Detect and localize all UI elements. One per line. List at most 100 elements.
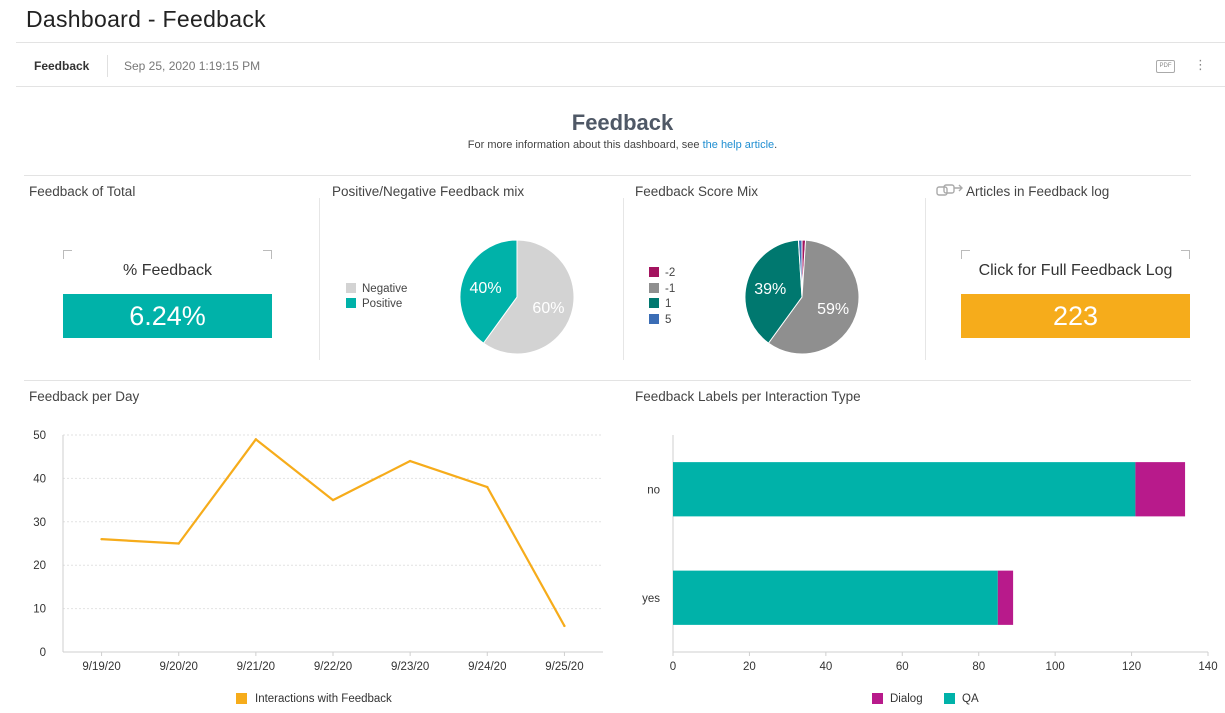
pie-data-label: 60% bbox=[532, 300, 564, 317]
line-point bbox=[486, 485, 489, 489]
legend-label: Negative bbox=[362, 283, 408, 295]
legend-item-positive: Positive bbox=[346, 297, 402, 311]
legend-label: Dialog bbox=[890, 693, 923, 705]
kpi-corner bbox=[1181, 250, 1190, 259]
y-tick-label: 20 bbox=[33, 560, 46, 572]
kpi-corner bbox=[961, 250, 970, 259]
x-tick-label: 9/19/20 bbox=[82, 661, 120, 673]
y-tick-label: 40 bbox=[33, 473, 46, 485]
x-tick-label: 40 bbox=[819, 661, 832, 673]
x-tick-label: 100 bbox=[1046, 661, 1065, 673]
x-tick-label: 0 bbox=[670, 661, 676, 673]
x-tick-label: 9/24/20 bbox=[468, 661, 506, 673]
legend-label: QA bbox=[962, 693, 979, 705]
legend-label: Positive bbox=[362, 298, 403, 310]
subtitle-suffix: . bbox=[774, 139, 778, 151]
legend-label: 5 bbox=[665, 314, 672, 326]
more-menu-icon[interactable]: ⋮ bbox=[1194, 57, 1207, 73]
legend-label: Interactions with Feedback bbox=[255, 693, 392, 705]
legend-swatch bbox=[944, 693, 955, 704]
page-title: Dashboard - Feedback bbox=[26, 6, 266, 32]
tab-feedback[interactable]: Feedback bbox=[34, 59, 89, 73]
x-tick-label: 9/20/20 bbox=[160, 661, 198, 673]
line-series bbox=[101, 438, 566, 627]
legend-item-plus1: 1 bbox=[649, 297, 671, 311]
line-point bbox=[408, 459, 412, 463]
dashboard-heading: Feedback bbox=[571, 110, 674, 135]
line-point bbox=[177, 542, 180, 545]
y-tick-label: no bbox=[647, 484, 660, 496]
section-title-feedback-of-total: Feedback of Total bbox=[29, 184, 136, 199]
y-tick-label: 30 bbox=[33, 517, 46, 529]
section-title-posneg-mix: Positive/Negative Feedback mix bbox=[332, 184, 525, 199]
x-tick-label: 120 bbox=[1122, 661, 1141, 673]
link-icon[interactable] bbox=[936, 182, 964, 203]
legend-swatch bbox=[346, 298, 356, 308]
row1-divider bbox=[24, 175, 1191, 176]
subtitle-prefix: For more information about this dashboar… bbox=[467, 139, 703, 151]
x-tick-label: 9/22/20 bbox=[314, 661, 352, 673]
x-tick-label: 140 bbox=[1198, 661, 1217, 673]
kpi-feedback-percent: % Feedback 6.24% bbox=[63, 250, 272, 338]
bar-dialog-no bbox=[1135, 462, 1186, 517]
score-mix-pie-chart: 59% 39% bbox=[744, 239, 860, 355]
x-tick-label: 9/25/20 bbox=[545, 661, 583, 673]
legend-swatch bbox=[236, 693, 247, 704]
header-divider bbox=[16, 42, 1225, 43]
bar-qa-yes bbox=[673, 570, 998, 625]
legend-label: -1 bbox=[665, 283, 676, 295]
x-tick-label: 9/21/20 bbox=[237, 661, 275, 673]
column-separator bbox=[925, 198, 926, 360]
timestamp: Sep 25, 2020 1:19:15 PM bbox=[124, 59, 261, 73]
column-separator bbox=[319, 198, 320, 360]
kpi-corner bbox=[63, 250, 72, 259]
y-tick-label: 0 bbox=[40, 647, 46, 659]
full-feedback-log-label: Click for Full Feedback Log bbox=[978, 262, 1173, 279]
y-tick-label: 50 bbox=[33, 430, 46, 442]
legend-swatch bbox=[872, 693, 883, 704]
legend-swatch bbox=[649, 283, 659, 293]
y-tick-label: 10 bbox=[33, 604, 46, 616]
full-feedback-log-count: 223 bbox=[961, 294, 1190, 338]
x-tick-label: 60 bbox=[896, 661, 909, 673]
pie-data-label: 40% bbox=[470, 280, 502, 297]
tab-separator bbox=[107, 55, 108, 77]
legend-item-minus1: -1 bbox=[649, 282, 675, 296]
legend-swatch bbox=[649, 298, 659, 308]
pdf-export-icon[interactable]: PDF bbox=[1156, 60, 1175, 73]
legend-item-negative: Negative bbox=[346, 282, 407, 296]
bar-qa-no bbox=[673, 462, 1136, 517]
row2-divider bbox=[24, 380, 1191, 381]
legend-item-plus5: 5 bbox=[649, 313, 671, 327]
y-tick-label: yes bbox=[642, 593, 660, 605]
kpi-feedback-percent-label: % Feedback bbox=[123, 262, 212, 279]
labels-per-type-chart: 0 20 40 60 80 100 120 140 no yes Dialog QA bbox=[642, 435, 1218, 705]
line-point bbox=[331, 498, 335, 502]
legend-item-minus2: -2 bbox=[649, 266, 675, 280]
feedback-per-day-chart: 0 10 20 30 40 50 9/19/20 9/20/20 9/21/20 9/22/20 9… bbox=[33, 430, 603, 705]
kpi-feedback-percent-value: 6.24% bbox=[63, 294, 272, 338]
section-title-per-day: Feedback per Day bbox=[29, 389, 140, 404]
section-title-score-mix: Feedback Score Mix bbox=[635, 184, 759, 199]
line-point bbox=[100, 537, 103, 541]
x-tick-label: 9/23/20 bbox=[391, 661, 429, 673]
legend-label: -2 bbox=[665, 267, 676, 279]
legend-swatch bbox=[346, 283, 356, 293]
pie-data-label: 59% bbox=[817, 301, 849, 318]
bar-dialog-yes bbox=[997, 570, 1014, 625]
toolbar-divider bbox=[16, 86, 1225, 87]
kpi-corner bbox=[263, 250, 272, 259]
full-feedback-log-button[interactable]: Click for Full Feedback Log 223 bbox=[961, 250, 1190, 338]
section-title-articles-log: Articles in Feedback log bbox=[966, 184, 1110, 199]
legend-label: 1 bbox=[665, 298, 672, 310]
column-separator bbox=[623, 198, 624, 360]
legend-swatch bbox=[649, 314, 659, 324]
x-tick-label: 80 bbox=[972, 661, 985, 673]
line-point bbox=[254, 438, 258, 441]
line-point bbox=[563, 624, 566, 628]
legend-swatch bbox=[649, 267, 659, 277]
help-article-link[interactable]: the help article bbox=[703, 139, 775, 151]
section-title-labels-per-type: Feedback Labels per Interaction Type bbox=[635, 389, 861, 404]
pie-data-label: 39% bbox=[754, 281, 786, 298]
x-tick-label: 20 bbox=[743, 661, 756, 673]
